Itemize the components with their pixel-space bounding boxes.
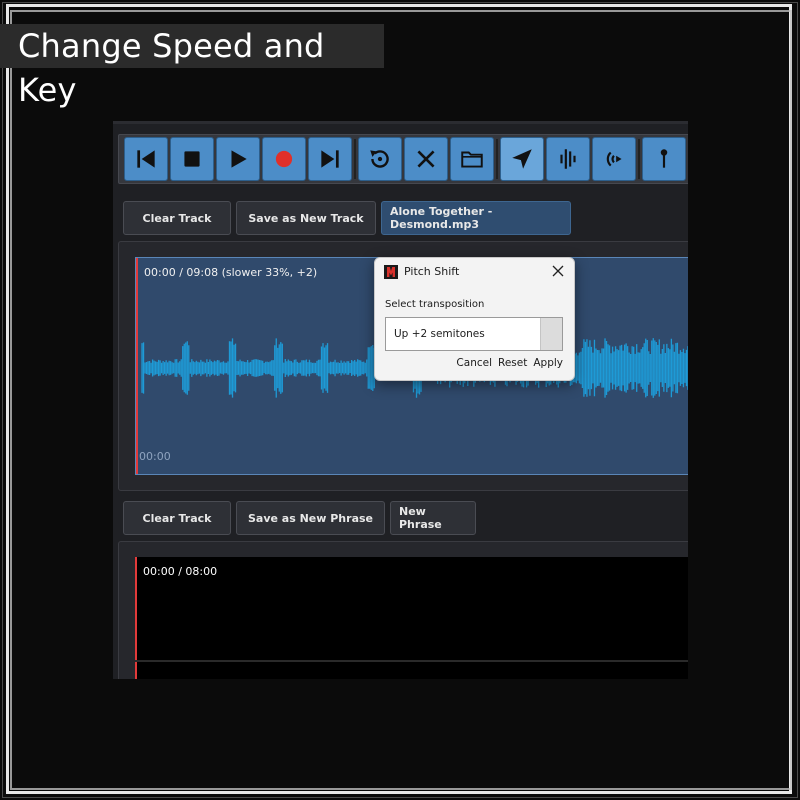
transposition-label: Select transposition <box>385 299 485 310</box>
new-phrase-button[interactable]: New Phrase <box>390 501 476 535</box>
clear-track-button-2[interactable]: Clear Track <box>123 501 231 535</box>
clear-track-button[interactable]: Clear Track <box>123 201 231 235</box>
record-icon <box>275 150 293 168</box>
pin-icon <box>660 149 668 168</box>
delete-button[interactable] <box>404 137 448 181</box>
waveform-button[interactable] <box>546 137 590 181</box>
dialog-title: Pitch Shift <box>404 265 460 278</box>
stop-button[interactable] <box>170 137 214 181</box>
send-icon <box>512 149 532 169</box>
close-icon <box>417 150 435 168</box>
track-2-panel: 00:00 / 08:00 <box>118 541 688 679</box>
time-readout-2: 00:00 / 08:00 <box>143 565 218 578</box>
selected-value: Up +2 semitones <box>394 328 485 340</box>
dialog-header: Pitch Shift <box>375 258 574 286</box>
dialog-actions: Cancel Reset Apply <box>456 357 563 369</box>
skip-back-icon <box>137 150 155 168</box>
loop-button[interactable] <box>358 137 402 181</box>
page-title: Change Speed and Key <box>0 24 384 109</box>
pitch-shift-dialog: Pitch Shift Select transposition Up +2 s… <box>374 257 575 381</box>
select-scrollbar[interactable] <box>540 318 562 350</box>
folder-icon <box>461 151 483 168</box>
record-button[interactable] <box>262 137 306 181</box>
close-icon[interactable] <box>551 264 565 278</box>
save-as-new-phrase-button[interactable]: Save as New Phrase <box>236 501 385 535</box>
send-button[interactable] <box>500 137 544 181</box>
open-folder-button[interactable] <box>450 137 494 181</box>
play-icon <box>231 150 247 168</box>
time-readout: 00:00 / 09:08 (slower 33%, +2) <box>144 266 318 279</box>
transport-toolbar <box>118 134 688 184</box>
broadcast-icon <box>606 151 622 167</box>
transposition-select[interactable]: Up +2 semitones <box>385 317 563 351</box>
skip-forward-icon <box>321 150 339 168</box>
marker-button[interactable] <box>642 137 686 181</box>
file-name-button[interactable]: Alone Together - Desmond.mp3 <box>381 201 571 235</box>
reset-button[interactable]: Reset <box>498 357 527 369</box>
phrase-display[interactable]: 00:00 / 08:00 <box>135 557 688 679</box>
app-logo-icon <box>384 265 398 279</box>
save-as-new-track-button[interactable]: Save as New Track <box>236 201 376 235</box>
skip-back-button[interactable] <box>124 137 168 181</box>
cancel-button[interactable]: Cancel <box>456 357 492 369</box>
skip-forward-button[interactable] <box>308 137 352 181</box>
waveform-icon <box>560 149 576 169</box>
app-window: Clear Track Save as New Track Alone Toge… <box>113 121 688 679</box>
stop-icon <box>184 151 200 167</box>
play-button[interactable] <box>216 137 260 181</box>
loop-icon <box>370 150 389 168</box>
time-start-label: 00:00 <box>139 450 171 463</box>
broadcast-button[interactable] <box>592 137 636 181</box>
apply-button[interactable]: Apply <box>533 357 563 369</box>
